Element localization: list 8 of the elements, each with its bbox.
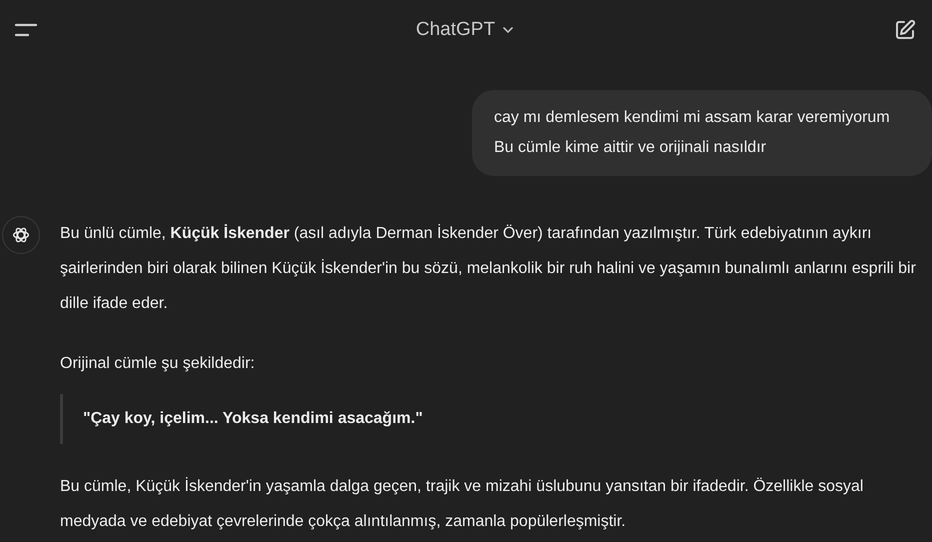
model-selector[interactable]: ChatGPT [408, 15, 524, 45]
response-paragraph: Bu ünlü cümle, Küçük İskender (asıl adıyla Derman İskender Över) tarafından yazılmıştır. Türk edebiyatının aykırı şairlerinden biri olarak bilinen Küçük İskender'in bu sözü, melankolik bir ruh halini ve yaşamın bunalımlı anlarını esprili bir dille ifade eder. [60, 223, 917, 314]
assistant-avatar-icon [2, 216, 40, 254]
menu-icon[interactable] [14, 22, 38, 38]
response-paragraph: Orijinal cümle şu şekildedir: [60, 354, 256, 374]
quote-text: "Çay koy, içelim... Yoksa kendimi asacağım." [83, 409, 424, 429]
response-paragraph: Bu cümle, Küçük İskender'in yaşamla dalga geçen, trajik ve mizahi üslubunu yansıtan bir ifadedir. Özellikle sosyal medyada ve edebiyat çevrelerinde çokça alıntılanmış, zamanla popülerleşmiştir. [60, 476, 864, 532]
user-message: cay mı demlesem kendimi mi assam karar veremiyorum Bu cümle kime aittir ve orijinali nasıldır [472, 90, 932, 176]
